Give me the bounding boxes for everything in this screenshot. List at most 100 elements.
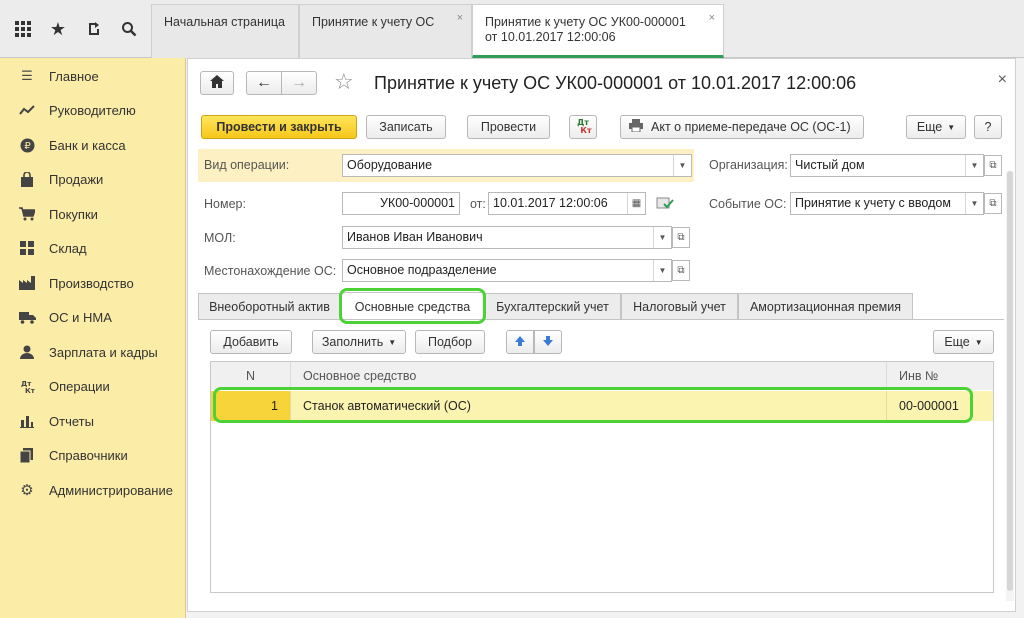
sidebar-item-admin[interactable]: ⚙ Администрирование: [0, 475, 186, 505]
event-select[interactable]: Принятие к учету с вводом ▼: [790, 192, 984, 215]
inventory-number-cell[interactable]: 00-000001: [887, 391, 993, 421]
scrollbar-thumb[interactable]: [1007, 171, 1013, 591]
act-os1-print-button[interactable]: Акт о приеме-передаче ОС (ОС-1): [620, 115, 864, 139]
organization-select[interactable]: Чистый дом ▼: [790, 154, 984, 177]
operation-type-select[interactable]: Оборудование ▼: [342, 154, 692, 177]
person-icon: [18, 343, 36, 361]
sidebar-item-label: ОС и НМА: [49, 309, 112, 325]
open-event-icon[interactable]: ⧉: [984, 193, 1002, 214]
warehouse-grid-icon: [18, 239, 36, 257]
table-row[interactable]: 1 Станок автоматический (ОС) 00-000001: [211, 391, 993, 421]
mol-select[interactable]: Иванов Иван Иванович ▼: [342, 226, 672, 249]
sidebar-item-main[interactable]: ☰ Главное: [0, 61, 186, 91]
tab-doc-label-line1: Принятие к учету ОС УК00-000001: [485, 15, 686, 29]
tab-os-acceptance-list[interactable]: Принятие к учету ОС ×: [299, 4, 472, 58]
sidebar-item-salary[interactable]: Зарплата и кадры: [0, 337, 186, 367]
sidebar-item-bank[interactable]: ₽ Банк и касса: [0, 130, 186, 160]
page-title: Принятие к учету ОС УК00-000001 от 10.01…: [374, 73, 857, 93]
home-icon: [210, 75, 224, 91]
tab-divider: [198, 319, 1004, 320]
tab-home[interactable]: Начальная страница: [151, 4, 299, 58]
table-more-label: Еще: [944, 335, 970, 349]
location-label: Местонахождение ОС:: [204, 264, 337, 278]
sidebar-item-label: Покупки: [49, 206, 98, 222]
calendar-icon[interactable]: ▦: [627, 193, 645, 214]
move-up-button[interactable]: [506, 330, 534, 354]
chevron-down-icon[interactable]: ▼: [653, 260, 671, 281]
svg-text:₽: ₽: [24, 141, 31, 152]
check-document-icon[interactable]: [656, 195, 674, 211]
chevron-down-icon[interactable]: ▼: [965, 193, 983, 214]
column-header-inv[interactable]: Инв №: [887, 362, 993, 390]
factory-icon: [18, 274, 36, 292]
chevron-down-icon[interactable]: ▼: [673, 155, 691, 176]
open-organization-icon[interactable]: ⧉: [984, 155, 1002, 176]
tab-accounting[interactable]: Бухгалтерский учет: [484, 293, 621, 319]
row-number-cell[interactable]: 1: [211, 391, 291, 421]
move-down-button[interactable]: [534, 330, 562, 354]
help-button[interactable]: ?: [974, 115, 1002, 139]
favorites-star-icon[interactable]: ★: [43, 14, 73, 44]
tab-depreciation-bonus[interactable]: Амортизационная премия: [738, 293, 913, 319]
tab-home-label: Начальная страница: [164, 15, 285, 29]
sidebar-item-label: Производство: [49, 275, 134, 291]
sidebar-item-operations[interactable]: Дт Кт Операции: [0, 371, 186, 401]
document-form: ← → ☆ Принятие к учету ОС УК00-000001 от…: [187, 58, 1016, 612]
sidebar-item-production[interactable]: Производство: [0, 268, 186, 298]
close-tab-icon[interactable]: ×: [457, 11, 463, 26]
forward-button[interactable]: →: [281, 71, 317, 95]
location-select[interactable]: Основное подразделение ▼: [342, 259, 672, 282]
home-button[interactable]: [200, 71, 234, 95]
sidebar-item-label: Операции: [49, 378, 110, 394]
tab-noncurrent-asset[interactable]: Внеоборотный актив: [198, 293, 341, 319]
asset-cell[interactable]: Станок автоматический (ОС): [291, 391, 887, 421]
column-header-n[interactable]: N: [211, 362, 291, 390]
save-button[interactable]: Записать: [366, 115, 446, 139]
svg-text:Кт: Кт: [25, 387, 35, 394]
close-tab-icon[interactable]: ×: [709, 11, 715, 26]
tab-tax-accounting[interactable]: Налоговый учет: [621, 293, 738, 319]
table-more-button[interactable]: Еще ▼: [933, 330, 994, 354]
tab-os-list-label: Принятие к учету ОС: [312, 15, 435, 29]
number-field[interactable]: УК00-000001: [342, 192, 460, 215]
post-and-close-button[interactable]: Провести и закрыть: [201, 115, 357, 139]
operation-type-value: Оборудование: [347, 158, 433, 172]
sidebar-item-purchases[interactable]: Покупки: [0, 199, 186, 229]
kt-label: Кт: [580, 126, 592, 135]
tab-fixed-assets[interactable]: Основные средства: [341, 292, 484, 320]
select-button[interactable]: Подбор: [415, 330, 485, 354]
sidebar-item-sales[interactable]: Продажи: [0, 164, 186, 194]
sidebar-item-label: Администрирование: [49, 482, 173, 498]
sidebar-item-references[interactable]: Справочники: [0, 440, 186, 470]
post-button[interactable]: Провести: [467, 115, 550, 139]
fill-button[interactable]: Заполнить ▼: [312, 330, 406, 354]
menu-lines-icon: ☰: [21, 68, 33, 83]
chevron-down-icon[interactable]: ▼: [653, 227, 671, 248]
printer-icon: [629, 119, 643, 135]
history-icon[interactable]: [79, 14, 109, 44]
search-icon[interactable]: [114, 14, 144, 44]
more-button[interactable]: Еще ▼: [906, 115, 966, 139]
apps-grid-icon[interactable]: [8, 14, 38, 44]
close-icon[interactable]: ×: [998, 71, 1007, 89]
sidebar-item-reports[interactable]: Отчеты: [0, 406, 186, 436]
column-header-asset[interactable]: Основное средство: [291, 362, 887, 390]
tab-os-acceptance-document[interactable]: Принятие к учету ОС УК00-000001 от 10.01…: [472, 4, 724, 58]
chevron-down-icon[interactable]: ▼: [965, 155, 983, 176]
back-button[interactable]: ←: [246, 71, 282, 95]
open-mol-icon[interactable]: ⧉: [672, 227, 690, 248]
open-location-icon[interactable]: ⧉: [672, 260, 690, 281]
add-button[interactable]: Добавить: [210, 330, 292, 354]
sidebar-item-fixed-assets[interactable]: ОС и НМА: [0, 302, 186, 332]
favorite-star-icon[interactable]: ☆: [334, 71, 358, 95]
date-field[interactable]: 10.01.2017 12:00:06 ▦: [488, 192, 646, 215]
debit-credit-button[interactable]: Дт Кт: [569, 115, 597, 139]
organization-value: Чистый дом: [795, 158, 865, 172]
organization-label: Организация:: [709, 158, 788, 172]
vertical-scrollbar[interactable]: [1006, 171, 1014, 601]
arrow-right-icon: →: [291, 74, 307, 91]
sidebar-item-warehouse[interactable]: Склад: [0, 233, 186, 263]
sidebar-item-manager[interactable]: Руководителю: [0, 95, 186, 125]
sidebar-item-label: Руководителю: [49, 102, 136, 118]
arrow-down-icon: [542, 335, 554, 350]
